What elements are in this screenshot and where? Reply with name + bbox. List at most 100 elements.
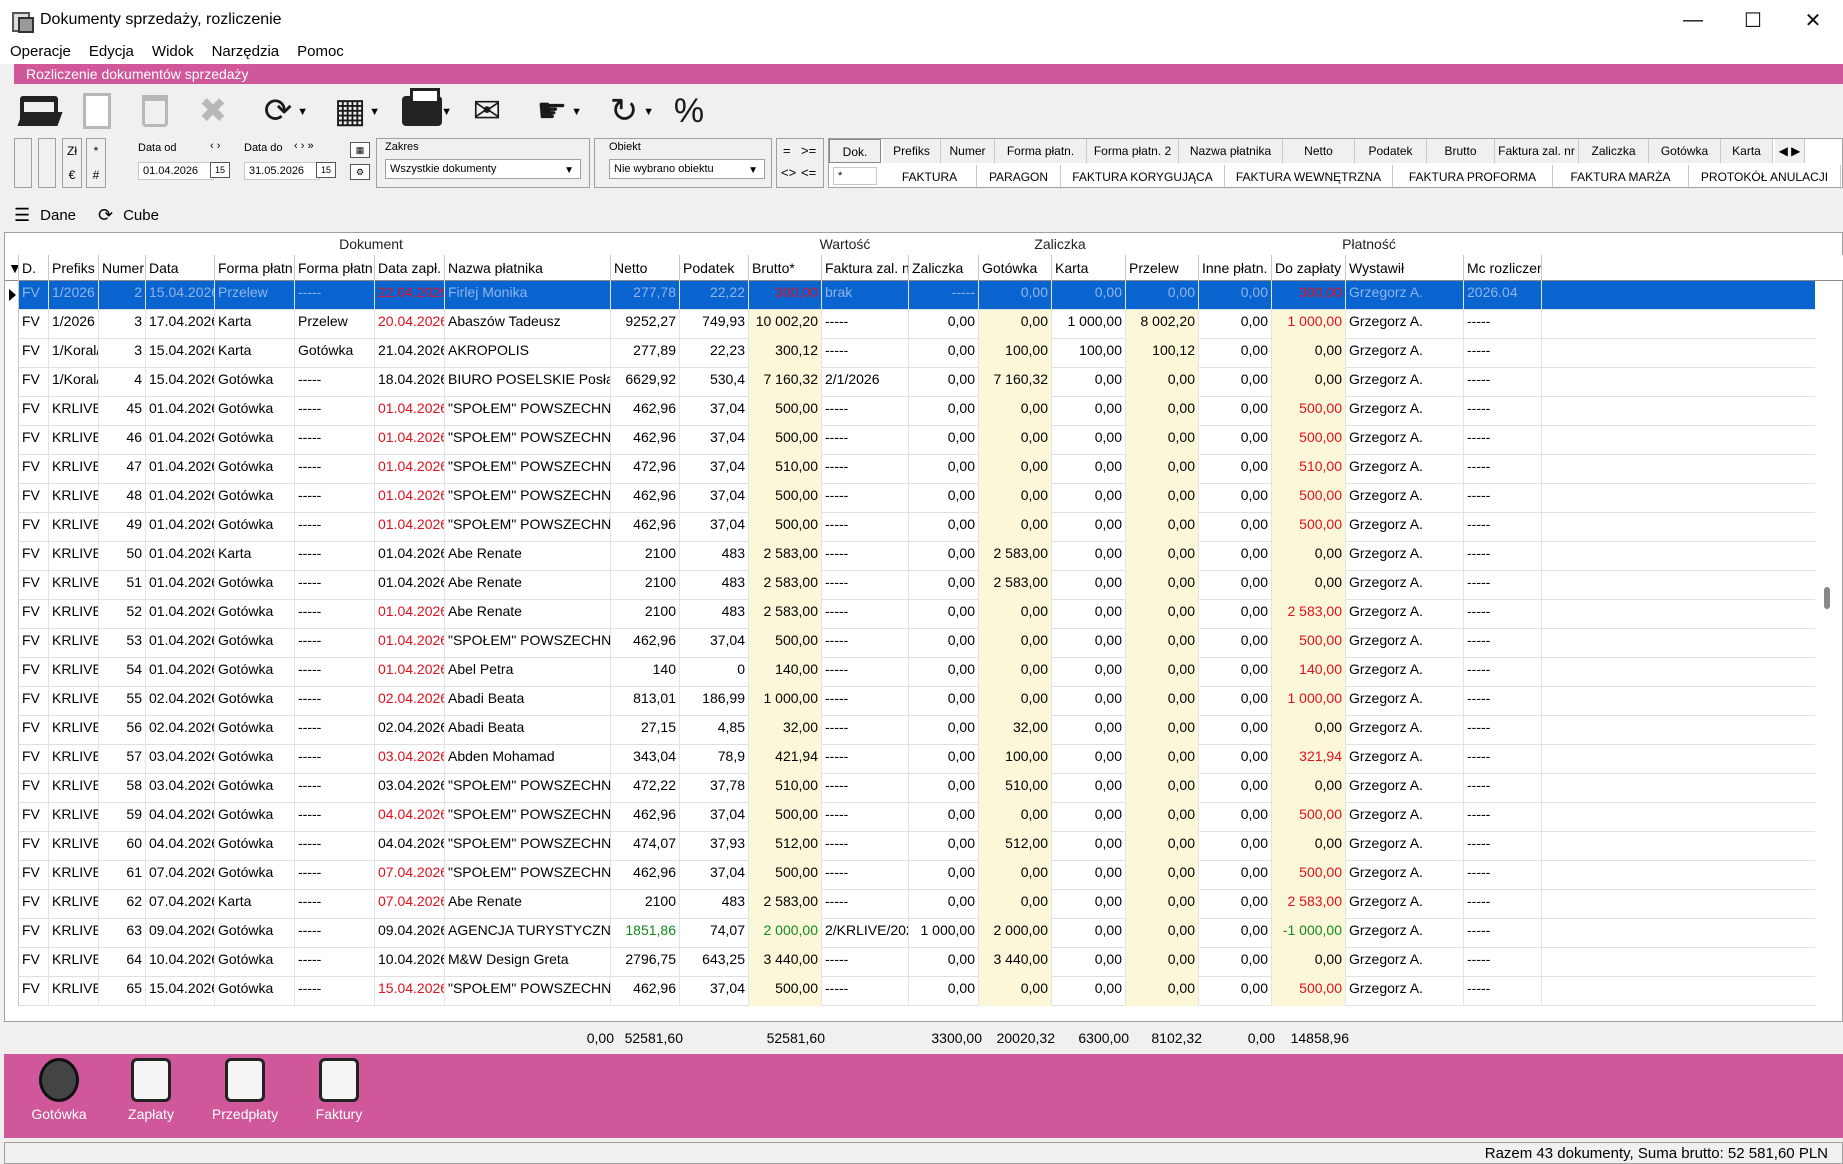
type-paragon[interactable]: PARAGON [977, 165, 1061, 189]
column-header[interactable]: Numer [99, 255, 146, 281]
calendar-icon[interactable]: 15 [316, 162, 336, 178]
sort-gotowka[interactable]: Gotówka [1649, 139, 1721, 163]
column-header[interactable]: D. [19, 255, 49, 281]
tab-dane[interactable]: ☰ Dane [14, 205, 76, 226]
type-faktura-marza[interactable]: FAKTURA MARŻA [1553, 165, 1689, 189]
column-header[interactable]: Nazwa płatnika [445, 255, 611, 281]
column-header[interactable]: Wystawił [1346, 255, 1464, 281]
settle-button[interactable]: ↻ ▼ [592, 88, 656, 134]
minimize-icon[interactable]: — [1663, 0, 1723, 40]
sort-podatek[interactable]: Podatek [1355, 139, 1427, 163]
sort-faktura-zal[interactable]: Faktura zal. nr [1495, 139, 1579, 163]
zakres-select[interactable]: Wszystkie dokumenty ▼ [385, 159, 581, 179]
table-row[interactable]: FV1/Koral/2415.04.2026Gotówka-----18.04.… [5, 368, 1815, 397]
date-to-input[interactable]: 31.05.2026 [244, 162, 320, 180]
table-row[interactable]: FVKRLIVE/24601.04.2026Gotówka-----01.04.… [5, 426, 1815, 455]
type-faktura-korygujaca[interactable]: FAKTURA KORYGUJĄCA [1061, 165, 1225, 189]
table-row[interactable]: FVKRLIVE/25502.04.2026Gotówka-----02.04.… [5, 687, 1815, 716]
payment-button[interactable]: ☛ ▼ [520, 88, 584, 134]
column-header[interactable]: Karta [1052, 255, 1126, 281]
column-header[interactable]: Inne płatn. [1199, 255, 1272, 281]
new-button[interactable] [72, 88, 122, 134]
table-row[interactable]: FVKRLIVE/26004.04.2026Gotówka-----04.04.… [5, 832, 1815, 861]
hash-toggle[interactable]: * # [86, 138, 106, 188]
op-neq[interactable]: <> [781, 165, 796, 180]
open-button[interactable] [14, 88, 64, 134]
type-faktura-wewnetrzna[interactable]: FAKTURA WEWNĘTRZNA [1225, 165, 1393, 189]
table-row[interactable]: FVKRLIVE/24701.04.2026Gotówka-----01.04.… [5, 455, 1815, 484]
date-to-nav[interactable]: ‹ › » [294, 140, 314, 152]
table-row[interactable]: FVKRLIVE/25904.04.2026Gotówka-----04.04.… [5, 803, 1815, 832]
column-header[interactable]: Brutto* [749, 255, 822, 281]
type-faktura-proforma[interactable]: FAKTURA PROFORMA [1393, 165, 1553, 189]
sort-karta[interactable]: Karta [1721, 139, 1773, 163]
column-header[interactable]: Podatek [680, 255, 749, 281]
gotowka-button[interactable]: Gotówka [16, 1058, 102, 1134]
currency-toggle[interactable]: Zł € [62, 138, 82, 188]
calendar-icon[interactable]: 15 [210, 162, 230, 178]
settings-icon[interactable]: ⚙ [350, 164, 370, 180]
sort-forma[interactable]: Forma płatn. [995, 139, 1087, 163]
date-from-input[interactable]: 01.04.2026 [138, 162, 214, 180]
table-row[interactable]: FVKRLIVE/24801.04.2026Gotówka-----01.04.… [5, 484, 1815, 513]
op-gte[interactable]: >= [801, 143, 816, 158]
menu-edycja[interactable]: Edycja [89, 40, 134, 64]
type-faktura[interactable]: FAKTURA [883, 165, 977, 189]
table-row[interactable]: FVKRLIVE/25602.04.2026Gotówka-----02.04.… [5, 716, 1815, 745]
type-protokol-anulacji[interactable]: PROTOKÓŁ ANULACJI [1689, 165, 1841, 189]
sort-prefiks[interactable]: Prefiks [883, 139, 941, 163]
table-row[interactable]: FVKRLIVE/25803.04.2026Gotówka-----03.04.… [5, 774, 1815, 803]
header-indicator[interactable]: ▼ [5, 255, 19, 281]
cancel-button[interactable]: ✖ [188, 88, 238, 134]
faktury-button[interactable]: Faktury [296, 1058, 382, 1134]
column-header[interactable]: Prefiks [49, 255, 99, 281]
delete-button[interactable] [130, 88, 180, 134]
print-button[interactable]: ▼ [390, 88, 454, 134]
table-row[interactable]: FVKRLIVE/24901.04.2026Gotówka-----01.04.… [5, 513, 1815, 542]
scroll-thumb[interactable] [1824, 587, 1830, 609]
tab-cube[interactable]: ⟳ Cube [98, 205, 159, 226]
sort-forma-2[interactable]: Forma płatn. 2 [1087, 139, 1179, 163]
op-equal[interactable]: = [783, 143, 791, 158]
table-row[interactable]: FVKRLIVE/26309.04.2026Gotówka-----09.04.… [5, 919, 1815, 948]
sort-dok[interactable]: Dok. [829, 139, 881, 163]
sort-netto[interactable]: Netto [1283, 139, 1355, 163]
menu-narzedzia[interactable]: Narzędzia [212, 40, 280, 64]
column-header[interactable]: Forma płatn. 2 [295, 255, 375, 281]
menu-widok[interactable]: Widok [152, 40, 194, 64]
menu-pomoc[interactable]: Pomoc [297, 40, 344, 64]
table-row[interactable]: FVKRLIVE/26107.04.2026Gotówka-----07.04.… [5, 861, 1815, 890]
table-row[interactable]: FV 1/2026 2 15.04.2026 Przelew ----- 22.04.202… [5, 281, 1815, 310]
table-row[interactable]: FV1/Koral/2315.04.2026KartaGotówka21.04.… [5, 339, 1815, 368]
column-header[interactable]: Netto [611, 255, 680, 281]
obiekt-select[interactable]: Nie wybrano obiektu ▼ [609, 159, 765, 179]
table-row[interactable]: FV 1/2026 3 17.04.2026 Karta Przelew 20.04.202… [5, 310, 1815, 339]
email-button[interactable]: ✉ [462, 88, 512, 134]
table-row[interactable]: FVKRLIVE/26207.04.2026Karta-----07.04.20… [5, 890, 1815, 919]
close-icon[interactable]: ✕ [1783, 0, 1843, 40]
table-row[interactable]: FVKRLIVE/26410.04.2026Gotówka-----10.04.… [5, 948, 1815, 977]
menu-operacje[interactable]: Operacje [10, 40, 71, 64]
calculator-button[interactable]: ▦ ▼ [318, 88, 382, 134]
op-lte[interactable]: <= [801, 165, 816, 180]
column-header[interactable]: Mc rozliczenia [1464, 255, 1542, 281]
sort-brutto[interactable]: Brutto [1427, 139, 1495, 163]
filter-slider-2[interactable] [38, 138, 56, 188]
column-header[interactable]: Gotówka [979, 255, 1052, 281]
table-row[interactable]: FVKRLIVE/24501.04.2026Gotówka-----01.04.… [5, 397, 1815, 426]
table-row[interactable]: FVKRLIVE/26515.04.2026Gotówka-----15.04.… [5, 977, 1815, 1006]
table-row[interactable]: FVKRLIVE/25101.04.2026Gotówka-----01.04.… [5, 571, 1815, 600]
filter-slider-1[interactable] [14, 138, 32, 188]
column-header[interactable]: Data [146, 255, 215, 281]
column-header[interactable]: Faktura zal. nr [822, 255, 909, 281]
sort-zaliczka[interactable]: Zaliczka [1579, 139, 1649, 163]
column-header[interactable]: Przelew [1126, 255, 1199, 281]
column-header[interactable]: Zaliczka [909, 255, 979, 281]
refresh-button[interactable]: ⟳ ▼ [246, 88, 310, 134]
table-row[interactable]: FVKRLIVE/25001.04.2026Karta-----01.04.20… [5, 542, 1815, 571]
vertical-scrollbar[interactable] [1816, 281, 1840, 1021]
przedplaty-button[interactable]: Przedpłaty [202, 1058, 288, 1134]
scroll-arrows[interactable]: ◀ ▶ [1775, 139, 1805, 163]
table-row[interactable]: FVKRLIVE/25201.04.2026Gotówka-----01.04.… [5, 600, 1815, 629]
table-row[interactable]: FVKRLIVE/25301.04.2026Gotówka-----01.04.… [5, 629, 1815, 658]
